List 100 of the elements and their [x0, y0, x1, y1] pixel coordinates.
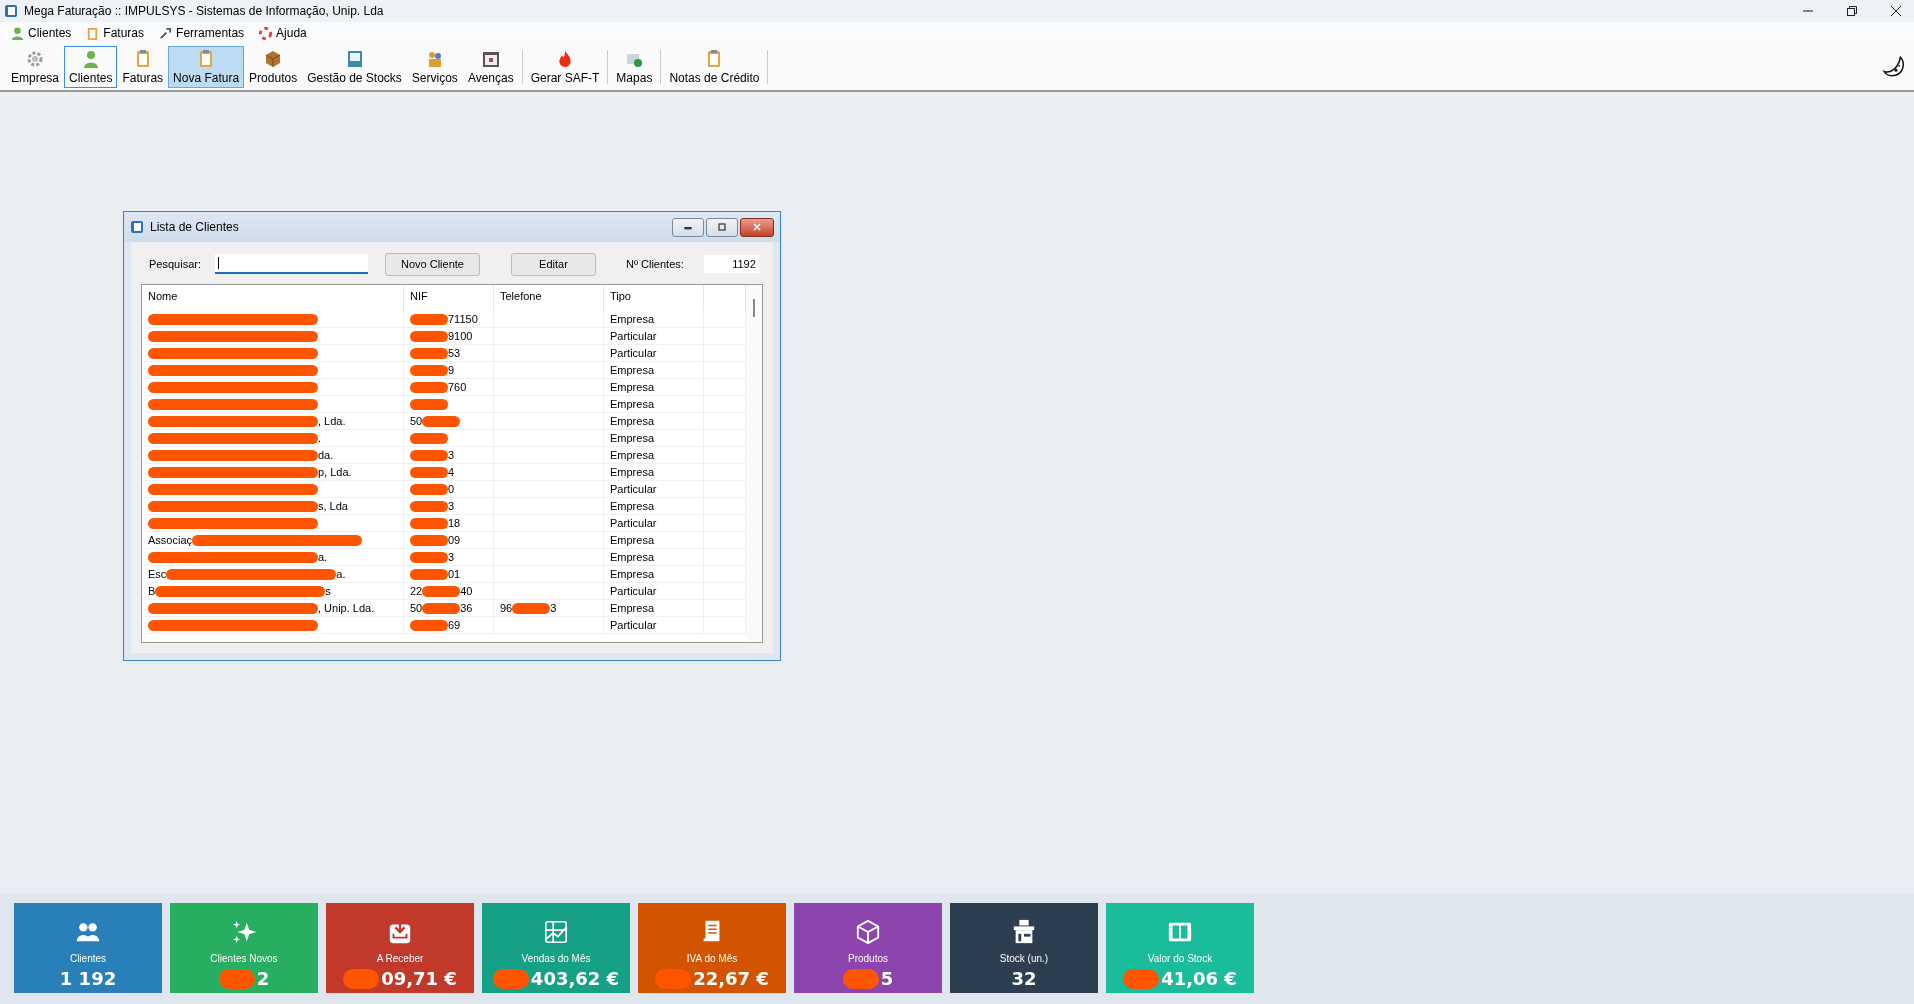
redaction-mark — [410, 500, 448, 512]
scrollbar[interactable] — [746, 285, 762, 642]
new-client-button[interactable]: Novo Cliente — [385, 252, 480, 276]
toolbar-button[interactable]: Gerar SAF-T — [525, 46, 605, 88]
table-cell: Empresa — [610, 432, 655, 444]
table-cell: Empresa — [610, 568, 655, 580]
table-cell: Associaç — [148, 534, 193, 546]
toolbar-button[interactable]: Mapas — [611, 46, 658, 88]
close-icon — [751, 223, 763, 231]
redaction-mark — [410, 449, 448, 461]
toolbar-button[interactable]: Avenças — [462, 46, 519, 88]
app-icon — [4, 4, 18, 18]
menu-item[interactable]: Clientes — [6, 25, 76, 41]
table-cell: Empresa — [610, 364, 655, 376]
tile-value: 1 192 — [59, 968, 117, 989]
table-cell: 760 — [448, 381, 467, 393]
table-cell: 3 — [448, 551, 455, 563]
redaction-mark — [422, 585, 461, 597]
toolbar-button[interactable]: Empresa — [6, 46, 65, 88]
minimize-button[interactable] — [672, 217, 704, 237]
person-icon — [10, 25, 25, 41]
table-cell: s, Lda — [318, 500, 348, 512]
stat-tile[interactable]: IVA do Mês 22,67 € — [638, 903, 786, 993]
count-label: Nº Clientes: — [626, 258, 684, 270]
redaction-mark — [410, 534, 448, 546]
stat-tile[interactable]: A Receber 09,71 € — [326, 903, 474, 993]
table-cell: 69 — [448, 619, 461, 631]
table-cell: 96 — [500, 602, 513, 614]
table-cell: 9100 — [448, 330, 473, 342]
table-cell: Particular — [610, 517, 657, 529]
count-field: 1192 — [703, 255, 759, 273]
store-icon — [1011, 919, 1037, 945]
table-cell: 3 — [550, 602, 557, 614]
menu-item[interactable]: Ajuda — [254, 25, 311, 41]
table-cell: Particular — [610, 585, 657, 597]
table-cell: Particular — [610, 483, 657, 495]
tile-value: 403,62 € — [530, 968, 620, 989]
redaction-mark — [410, 381, 448, 393]
tile-label: IVA do Mês — [686, 953, 738, 964]
tile-value: 09,71 € — [381, 968, 457, 989]
table-cell: Empresa — [610, 534, 655, 546]
window-title: Mega Faturação :: IMPULSYS - Sistemas de Informação, Unip. Lda — [24, 4, 384, 18]
table-cell: s — [325, 585, 331, 597]
redaction-mark — [410, 313, 448, 325]
column-header[interactable]: Tipo — [604, 285, 704, 311]
table-cell: Empresa — [610, 602, 655, 614]
tile-label: Vendas do Mês — [521, 953, 591, 964]
column-header[interactable]: Nome — [142, 285, 404, 311]
maximize-icon — [716, 223, 728, 231]
close-icon[interactable] — [1890, 5, 1902, 17]
column-header[interactable]: NIF — [404, 285, 494, 311]
close-button[interactable] — [740, 217, 774, 237]
tile-label: Clientes — [69, 953, 107, 964]
toolbar-button[interactable]: Notas de Crédito — [664, 46, 765, 88]
maximize-button[interactable] — [706, 217, 738, 237]
tile-label: Valor do Stock — [1147, 953, 1213, 964]
toolbar-button[interactable]: Faturas — [117, 46, 169, 88]
tile-label: Clientes Novos — [210, 953, 278, 964]
column-header[interactable]: Telefone — [494, 285, 604, 311]
table-cell: Empresa — [610, 466, 655, 478]
toolbar-button[interactable]: Gestão de Stocks — [302, 46, 407, 88]
stat-tile[interactable]: Clientes 1 192 — [14, 903, 162, 993]
edit-button[interactable]: Editar — [511, 252, 596, 276]
table-cell: Particular — [610, 619, 657, 631]
tile-value: 41,06 € — [1161, 968, 1237, 989]
menu-item[interactable]: Ferramentas — [154, 25, 249, 41]
toolbar-button[interactable]: Produtos — [244, 46, 303, 88]
table-cell: Particular — [610, 330, 657, 342]
tile-value: 2 — [256, 968, 270, 989]
gear-icon — [25, 49, 45, 69]
table-cell: . — [318, 432, 322, 444]
redaction-mark — [410, 347, 448, 359]
redaction-mark — [422, 602, 461, 614]
redaction-mark — [410, 398, 448, 410]
redaction-mark — [410, 432, 448, 444]
table-cell: B — [148, 585, 156, 597]
table-cell: 09 — [448, 534, 461, 546]
restore-icon[interactable] — [1846, 5, 1858, 17]
stat-tile[interactable]: Produtos 5 — [794, 903, 942, 993]
menu-item[interactable]: Faturas — [81, 25, 149, 41]
table-cell: a. — [336, 568, 346, 580]
tile-label: A Receber — [376, 953, 424, 964]
table-cell: Esc — [148, 568, 167, 580]
table-cell: Empresa — [610, 551, 655, 563]
toolbar-button[interactable]: Clientes — [64, 46, 118, 88]
toolbar-button[interactable]: Nova Fatura — [168, 46, 245, 88]
chart-icon — [543, 919, 569, 945]
box-icon — [855, 919, 881, 945]
tile-value: 5 — [880, 968, 894, 989]
stat-tile[interactable]: Stock (un.) 32 — [950, 903, 1098, 993]
search-field[interactable] — [215, 254, 368, 274]
table-cell: 3 — [448, 449, 455, 461]
table-cell: 40 — [460, 585, 473, 597]
redaction-mark — [410, 551, 448, 563]
redaction-mark — [410, 364, 448, 376]
table-cell: 3 — [448, 500, 455, 512]
toolbar-button[interactable]: Serviços — [406, 46, 463, 88]
redaction-mark — [410, 568, 448, 580]
tile-label: Produtos — [848, 953, 888, 964]
redaction-mark — [410, 483, 448, 495]
